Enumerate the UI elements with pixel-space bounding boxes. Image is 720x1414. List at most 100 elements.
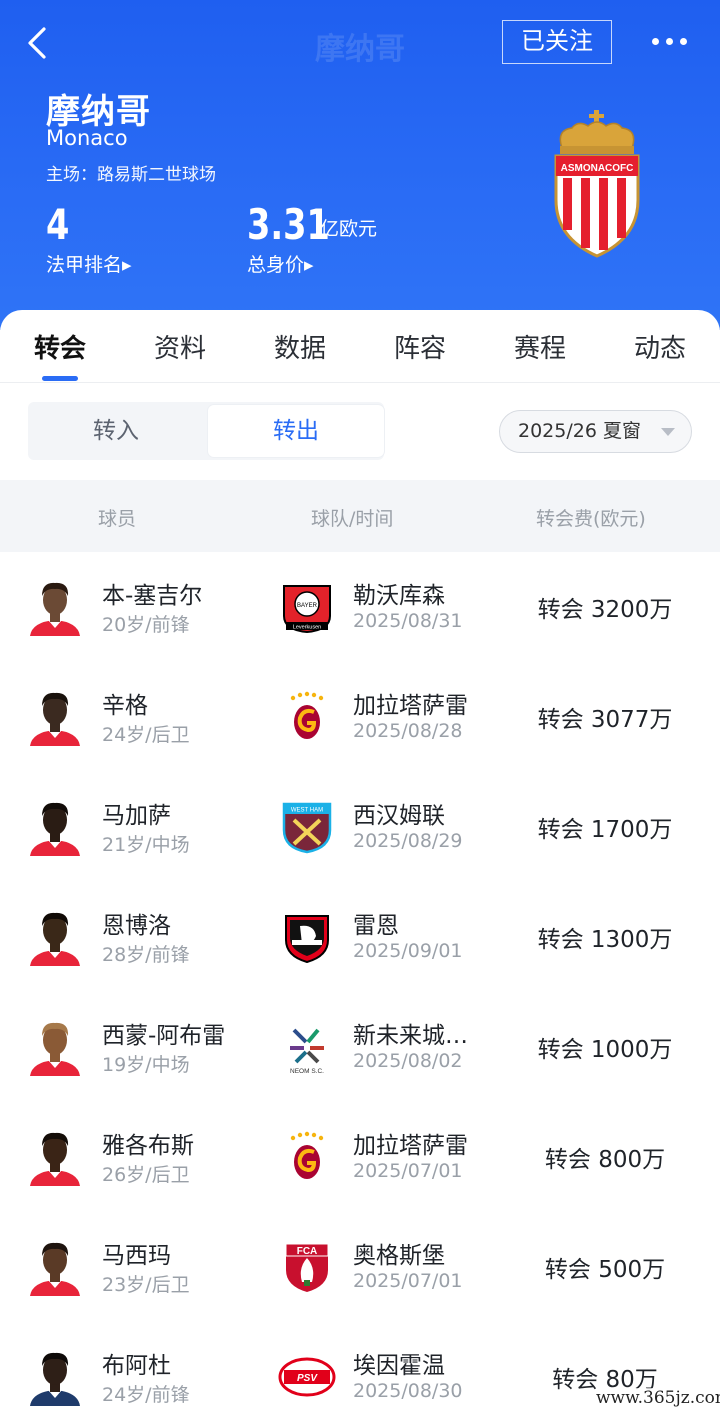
transfer-date: 2025/08/31 bbox=[353, 610, 463, 632]
transfer-fee: 转会 500万 bbox=[544, 1257, 666, 1283]
psv-logo-icon: PSV bbox=[278, 1357, 336, 1397]
club-logo: PSV bbox=[278, 1350, 336, 1404]
transfer-row[interactable]: 辛格 24岁/后卫 加拉塔萨雷 2025/08/28 转会 3077万 bbox=[0, 662, 720, 772]
transfer-out-option[interactable]: 转出 bbox=[208, 405, 384, 457]
column-player: 球员 bbox=[98, 508, 137, 530]
player-age-position: 24岁/前锋 bbox=[102, 1384, 190, 1406]
player-avatar bbox=[28, 578, 82, 636]
market-value-link[interactable]: 总身价▸ bbox=[247, 250, 314, 277]
rennes-logo-icon bbox=[285, 915, 329, 964]
player-avatar bbox=[28, 1238, 82, 1296]
club-logo bbox=[278, 690, 336, 744]
transfer-direction-toggle: 转入 转出 bbox=[28, 402, 384, 460]
transfer-fee: 转会 3200万 bbox=[537, 597, 673, 623]
transfer-fee: 转会 1700万 bbox=[537, 817, 673, 843]
monaco-crest-icon: ASMONACOFC bbox=[554, 110, 640, 258]
watermark: www.365jz.com bbox=[596, 1388, 720, 1408]
tab-info[interactable]: 资料 bbox=[120, 328, 240, 365]
svg-text:Leverkusen: Leverkusen bbox=[293, 625, 321, 631]
galatasaray-logo-icon bbox=[290, 691, 324, 739]
transfer-row[interactable]: 本-塞吉尔 20岁/前锋 BAYER Leverkusen 勒沃库森 2025/… bbox=[0, 552, 720, 662]
season-dropdown[interactable]: 2025/26 夏窗 bbox=[499, 410, 692, 453]
column-club-time: 球队/时间 bbox=[311, 508, 394, 530]
destination-club: 加拉塔萨雷 bbox=[353, 1133, 468, 1159]
more-icon[interactable] bbox=[652, 28, 692, 54]
player-avatar bbox=[28, 688, 82, 746]
destination-club: 加拉塔萨雷 bbox=[353, 693, 468, 719]
player-age-position: 28岁/前锋 bbox=[102, 944, 190, 966]
player-age-position: 21岁/中场 bbox=[102, 834, 190, 856]
league-rank-link[interactable]: 法甲排名▸ bbox=[46, 250, 132, 277]
svg-text:PSV: PSV bbox=[297, 1373, 318, 1384]
transfer-date: 2025/07/01 bbox=[353, 1160, 463, 1182]
neom-logo-icon: NEOM S.C. bbox=[290, 1028, 324, 1075]
transfer-date: 2025/07/01 bbox=[353, 1270, 463, 1292]
destination-club: 埃因霍温 bbox=[353, 1353, 445, 1379]
player-avatar bbox=[28, 1348, 82, 1406]
tab-transfers[interactable]: 转会 bbox=[0, 328, 120, 365]
column-fee: 转会费(欧元) bbox=[536, 508, 646, 530]
transfer-date: 2025/08/29 bbox=[353, 830, 463, 852]
caret-down-icon bbox=[661, 428, 675, 436]
market-value: 3.31 bbox=[247, 200, 330, 249]
transfer-row[interactable]: 马加萨 21岁/中场 WEST HAM 西汉姆联 2025/08/29 转会 1… bbox=[0, 772, 720, 882]
transfer-row[interactable]: 恩博洛 28岁/前锋 雷恩 2025/09/01 转会 1300万 bbox=[0, 882, 720, 992]
augsburg-logo-icon: FCA bbox=[285, 1243, 329, 1292]
player-avatar bbox=[28, 908, 82, 966]
player-name: 雅各布斯 bbox=[102, 1133, 194, 1159]
galatasaray-logo-icon bbox=[290, 1131, 324, 1179]
follow-button[interactable]: 已关注 bbox=[502, 20, 612, 64]
transfer-fee: 转会 800万 bbox=[544, 1147, 666, 1173]
tab-news[interactable]: 动态 bbox=[600, 328, 720, 365]
player-age-position: 24岁/后卫 bbox=[102, 724, 190, 746]
transfer-fee: 转会 1000万 bbox=[537, 1037, 673, 1063]
club-logo: NEOM S.C. bbox=[278, 1020, 336, 1075]
transfer-row[interactable]: 西蒙-阿布雷 19岁/中场 NEOM S.C. 新未来城… 2025/08/02… bbox=[0, 992, 720, 1102]
transfer-fee: 转会 1300万 bbox=[537, 927, 673, 953]
market-value-unit: 亿欧元 bbox=[320, 218, 378, 240]
svg-text:BAYER: BAYER bbox=[297, 603, 318, 609]
content-card: 转会 资料 数据 阵容 赛程 动态 转入 转出 2025/26 夏窗 球员 球队… bbox=[0, 310, 720, 1414]
tab-squad[interactable]: 阵容 bbox=[360, 328, 480, 365]
tab-stats[interactable]: 数据 bbox=[240, 328, 360, 365]
club-logo bbox=[278, 1130, 336, 1184]
destination-club: 新未来城… bbox=[353, 1023, 468, 1049]
leverkusen-logo-icon: BAYER Leverkusen bbox=[283, 585, 331, 634]
player-age-position: 26岁/后卫 bbox=[102, 1164, 190, 1186]
transfer-date: 2025/08/28 bbox=[353, 720, 463, 742]
player-avatar bbox=[28, 1128, 82, 1186]
crest-text: ASMONACOFC bbox=[561, 163, 634, 174]
svg-text:WEST HAM: WEST HAM bbox=[291, 808, 323, 814]
player-name: 西蒙-阿布雷 bbox=[102, 1023, 226, 1049]
player-avatar bbox=[28, 798, 82, 856]
league-rank-value: 4 bbox=[46, 200, 70, 249]
player-name: 辛格 bbox=[102, 693, 148, 719]
westham-logo-icon: WEST HAM bbox=[282, 802, 332, 854]
svg-text:NEOM S.C.: NEOM S.C. bbox=[290, 1068, 324, 1074]
season-value: 2025/26 夏窗 bbox=[518, 420, 641, 442]
nav-title: 摩纳哥 bbox=[315, 32, 405, 67]
svg-text:FCA: FCA bbox=[297, 1246, 318, 1257]
home-stadium: 主场：路易斯二世球场 bbox=[46, 165, 216, 185]
transfer-in-option[interactable]: 转入 bbox=[28, 402, 204, 460]
team-header: 摩纳哥 已关注 摩纳哥 Monaco 主场：路易斯二世球场 4 法甲排名▸ 3.… bbox=[0, 0, 720, 330]
tab-schedule[interactable]: 赛程 bbox=[480, 328, 600, 365]
tab-bar: 转会 资料 数据 阵容 赛程 动态 bbox=[0, 310, 720, 383]
active-tab-indicator bbox=[42, 376, 78, 381]
club-logo: BAYER Leverkusen bbox=[278, 580, 336, 634]
club-logo: WEST HAM bbox=[278, 800, 336, 854]
table-header: 球员 球队/时间 转会费(欧元) bbox=[0, 480, 720, 552]
player-name: 恩博洛 bbox=[102, 913, 171, 939]
club-logo bbox=[278, 910, 336, 964]
transfer-row[interactable]: 马西玛 23岁/后卫 FCA 奥格斯堡 2025/07/01 转会 500万 bbox=[0, 1212, 720, 1322]
player-age-position: 20岁/前锋 bbox=[102, 614, 190, 636]
transfer-date: 2025/08/30 bbox=[353, 1380, 463, 1402]
destination-club: 奥格斯堡 bbox=[353, 1243, 445, 1269]
player-name: 马加萨 bbox=[102, 803, 171, 829]
destination-club: 雷恩 bbox=[353, 913, 399, 939]
transfer-fee: 转会 3077万 bbox=[537, 707, 673, 733]
transfer-date: 2025/09/01 bbox=[353, 940, 463, 962]
transfer-row[interactable]: 雅各布斯 26岁/后卫 加拉塔萨雷 2025/07/01 转会 800万 bbox=[0, 1102, 720, 1212]
destination-club: 勒沃库森 bbox=[353, 583, 445, 609]
player-name: 布阿杜 bbox=[102, 1353, 171, 1379]
